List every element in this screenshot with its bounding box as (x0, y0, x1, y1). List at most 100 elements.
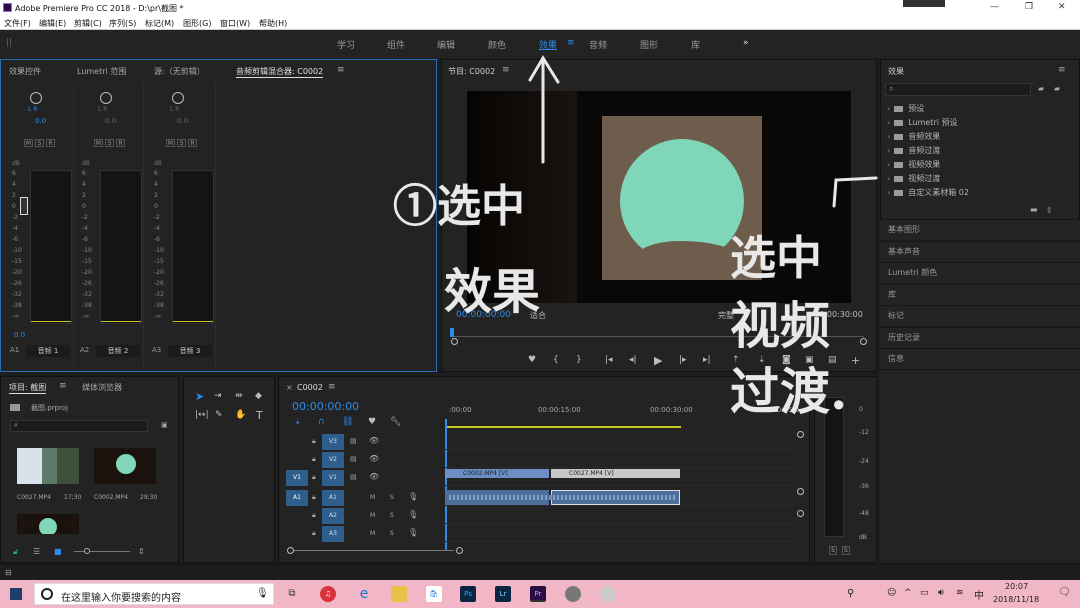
clock-date[interactable]: 2018/11/18 (993, 595, 1039, 604)
timeline-close-icon[interactable]: × (286, 383, 293, 392)
add-marker-icon[interactable]: ♥ (528, 355, 536, 365)
scrub-end-handle[interactable] (860, 338, 867, 345)
track-target[interactable]: V1 (322, 470, 344, 486)
task-view-icon[interactable]: ⧉ (284, 586, 300, 602)
channel-name[interactable]: 音频 3 (168, 345, 212, 357)
sort-icon[interactable]: ⇕ (138, 547, 145, 556)
track-lock-icon[interactable]: 🔒︎ (312, 529, 316, 538)
clip-thumb-sequence[interactable] (17, 514, 79, 534)
nest-icon[interactable]: ⇣ (294, 417, 302, 427)
collapsed-panel-header[interactable]: 信息 (880, 348, 1080, 369)
menu-file[interactable]: 文件(F) (4, 18, 31, 29)
app-icon-2[interactable] (600, 586, 616, 602)
h-scroll-end-handle[interactable] (456, 547, 463, 554)
effects-folder-item[interactable]: › Lumetri 预设 (887, 117, 958, 128)
pan-knob[interactable] (100, 92, 112, 104)
add-button-icon[interactable]: + (851, 354, 860, 367)
collapsed-panel-header[interactable]: 标记 (880, 305, 1080, 326)
effects-menu-icon[interactable]: ≡ (1058, 65, 1066, 75)
voiceover-mic-icon[interactable]: 🎙︎ (408, 510, 418, 519)
volume-fader-handle[interactable] (20, 197, 28, 215)
tab-editing[interactable]: 编辑 (437, 38, 455, 51)
effects-folder-item[interactable]: › 音频过渡 (887, 145, 940, 156)
effects-folder-item[interactable]: › 自定义素材箱 02 (887, 187, 969, 198)
track-lane[interactable] (444, 508, 796, 524)
network-icon[interactable]: ▭ (920, 588, 929, 598)
channel-name[interactable]: 音频 2 (96, 345, 140, 357)
tab-audio-clip-mixer[interactable]: 音频剪辑混合器: C0002 (236, 66, 324, 78)
track-lane[interactable] (444, 452, 796, 468)
sync-lock-icon[interactable]: ▤ (350, 473, 357, 481)
qq-icon[interactable]: ☺ (887, 588, 896, 598)
fader-value[interactable]: 0.0 (14, 331, 25, 339)
maximize-icon[interactable]: ❐ (1025, 2, 1033, 12)
menu-edit[interactable]: 编辑(E) (39, 18, 66, 29)
minimize-icon[interactable]: — (990, 2, 999, 12)
mute-button[interactable]: M (94, 139, 103, 147)
icon-view-icon[interactable]: ■ (54, 547, 62, 556)
pan-value[interactable]: 0.0 (35, 117, 46, 125)
pen-tool-icon[interactable]: ✎ (215, 410, 223, 420)
clip-c0002-video[interactable]: C0002.MP4 [V] (445, 469, 549, 478)
solo-button[interactable]: S (177, 139, 186, 147)
record-button[interactable]: R (188, 139, 197, 147)
zoom-slider[interactable] (74, 551, 130, 552)
program-menu-icon[interactable]: ≡ (502, 65, 510, 75)
list-view-icon[interactable]: ☰ (33, 547, 40, 556)
tab-lumetri-scopes[interactable]: Lumetri 范围 (77, 66, 126, 77)
track-select-tool-icon[interactable]: ⇥ (214, 391, 222, 401)
collapsed-panel-header[interactable]: 历史记录 (880, 326, 1080, 348)
timeline-menu-icon[interactable]: ≡ (328, 382, 336, 392)
tab-effect-controls[interactable]: 效果控件 (9, 66, 41, 77)
h-scroll-bar[interactable] (294, 550, 454, 551)
tray-arrow-icon[interactable]: ^ (904, 588, 912, 598)
project-search-input[interactable]: ⌕ (10, 420, 148, 432)
source-patch[interactable]: V1 (286, 470, 308, 486)
mute-button[interactable]: M (24, 139, 33, 147)
sync-lock-icon[interactable]: ▤ (350, 437, 357, 445)
taskbar-search-box[interactable]: 在这里输入你要搜索的内容 🎙︎ (34, 583, 274, 605)
tab-project[interactable]: 项目: 截图 (9, 382, 47, 394)
tab-assembly[interactable]: 组件 (387, 38, 405, 51)
track-solo-button[interactable]: S (390, 530, 394, 537)
voiceover-mic-icon[interactable]: 🎙︎ (408, 492, 418, 501)
eye-icon[interactable]: 👁︎ (369, 436, 379, 445)
tab-color[interactable]: 颜色 (488, 38, 506, 51)
new-bin-icon[interactable]: ▰ (1038, 84, 1044, 93)
eye-icon[interactable]: 👁︎ (369, 472, 379, 481)
menu-clip[interactable]: 剪辑(C) (74, 18, 102, 29)
mute-button[interactable]: M (166, 139, 175, 147)
razor-tool-icon[interactable]: ◆ (255, 391, 262, 401)
tab-source[interactable]: 源:（无剪辑） (154, 66, 205, 77)
find-icon[interactable]: ▣ (161, 421, 168, 429)
step-back-icon[interactable]: ◂| (629, 355, 637, 365)
record-button[interactable]: R (116, 139, 125, 147)
wifi-icon[interactable]: ≋ (956, 588, 964, 598)
v-scroll-top-handle[interactable] (797, 431, 804, 438)
timeline-timecode[interactable]: 00:00:00:00 (292, 400, 359, 413)
lightroom-icon[interactable]: Lr (495, 586, 511, 602)
track-target[interactable]: V2 (322, 452, 344, 468)
track-target[interactable]: A3 (322, 526, 344, 542)
playhead-icon[interactable] (450, 328, 454, 337)
track-lane[interactable] (444, 526, 796, 542)
collapsed-panel-header[interactable]: 基本图形 (880, 219, 1080, 240)
menu-marker[interactable]: 标记(M) (145, 18, 174, 29)
track-lock-icon[interactable]: 🔒︎ (312, 493, 316, 502)
menu-window[interactable]: 窗口(W) (220, 18, 250, 29)
track-lock-icon[interactable]: 🔒︎ (312, 473, 316, 482)
track-lock-icon[interactable]: 🔒︎ (312, 455, 316, 464)
track-mute-button[interactable]: M (370, 494, 375, 501)
menu-help[interactable]: 帮助(H) (259, 18, 287, 29)
pan-knob[interactable] (172, 92, 184, 104)
snap-icon[interactable]: ∩ (318, 417, 325, 427)
close-icon[interactable]: ✕ (1058, 2, 1066, 12)
netease-music-icon[interactable]: ♫ (320, 586, 336, 602)
pan-value[interactable]: 0.0 (105, 117, 116, 125)
track-mute-button[interactable]: M (370, 530, 375, 537)
tab-learn[interactable]: 学习 (337, 38, 355, 51)
more-workspaces-icon[interactable]: » (743, 38, 749, 48)
panel-menu-icon[interactable]: ≡ (337, 65, 345, 75)
track-lane[interactable] (444, 434, 796, 450)
app-icon-1[interactable] (565, 586, 581, 602)
